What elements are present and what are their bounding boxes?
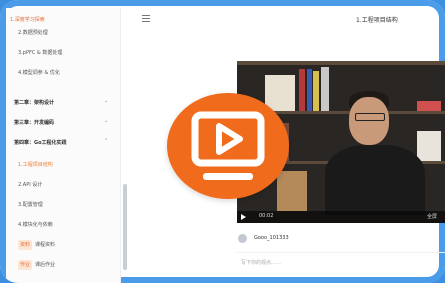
- lesson-item[interactable]: 4.模块化与依赖: [18, 220, 53, 230]
- sidebar-header: 1.深度学习探索: [10, 17, 45, 23]
- comment-placeholder: 写下你的观点……: [241, 260, 282, 266]
- comment-input[interactable]: 写下你的观点……: [237, 252, 445, 279]
- menu-icon[interactable]: [142, 15, 150, 22]
- avatar: [238, 234, 247, 243]
- top-bar: 1.工程项目结构: [120, 8, 445, 30]
- homework-badge: 作业: [18, 260, 33, 270]
- sidebar-scrollbar[interactable]: [123, 184, 127, 270]
- lesson-item[interactable]: 4.模型调参 & 优化: [18, 68, 60, 78]
- chapter-item[interactable]: 第三章：开发编码: [14, 118, 54, 128]
- fullscreen-button[interactable]: 全屏: [427, 213, 437, 220]
- play-icon[interactable]: [241, 214, 246, 220]
- lesson-item-active[interactable]: 1.工程项目结构: [18, 160, 53, 170]
- presenter-body: [325, 145, 425, 215]
- chevron-down-icon[interactable]: ⌄: [104, 118, 108, 124]
- username: Gooo_101333: [254, 235, 289, 241]
- chevron-down-icon[interactable]: ⌄: [104, 98, 108, 104]
- presenter-face: [349, 97, 389, 145]
- page-title: 1.工程项目结构: [356, 17, 398, 24]
- video-course-logo-icon: [167, 93, 289, 199]
- lesson-item[interactable]: 2.API 设计: [18, 180, 42, 190]
- presenter-glasses: [355, 113, 385, 121]
- lesson-item[interactable]: 2.数据预处理: [18, 28, 48, 38]
- lesson-item[interactable]: 3.pPFC & 数据处理: [18, 48, 62, 58]
- chapter-item[interactable]: 第二章：架构设计: [14, 98, 54, 108]
- course-sidebar: 1.深度学习探索 2.数据预处理 3.pPFC & 数据处理 4.模型调参 & …: [6, 8, 127, 283]
- app-window: 1.深度学习探索 2.数据预处理 3.pPFC & 数据处理 4.模型调参 & …: [0, 0, 445, 283]
- lesson-item[interactable]: 3.配置管理: [18, 200, 43, 210]
- material-item[interactable]: 资料 课程资料: [18, 240, 55, 250]
- video-time: 00:02: [259, 213, 274, 219]
- homework-item[interactable]: 作业 课后作业: [18, 260, 55, 270]
- material-badge: 资料: [18, 240, 33, 250]
- chevron-up-icon[interactable]: ⌃: [104, 138, 108, 144]
- chapter-item[interactable]: 第四章：Go工程化实践: [14, 138, 67, 148]
- video-controls: 00:02 全屏: [237, 211, 445, 223]
